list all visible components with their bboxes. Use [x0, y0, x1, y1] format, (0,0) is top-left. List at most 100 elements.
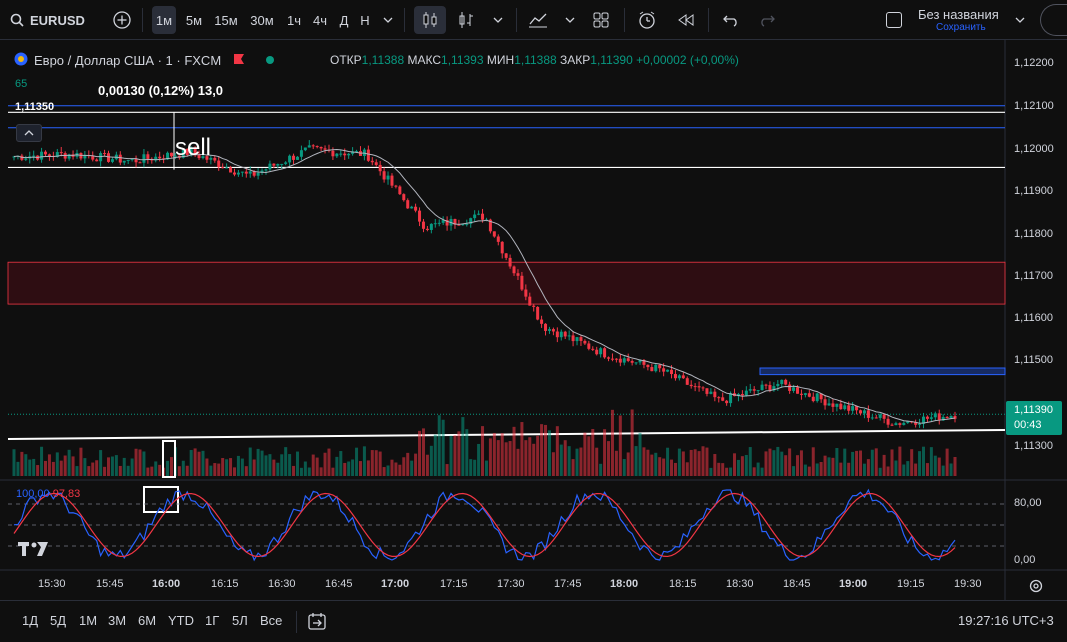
volume-bar: [949, 463, 953, 476]
volume-bar: [193, 448, 197, 476]
volume-bar: [481, 426, 485, 476]
candle-body: [882, 414, 886, 419]
candle-body: [929, 417, 933, 419]
range-6m[interactable]: 6М: [138, 613, 156, 628]
range-all[interactable]: Все: [260, 613, 282, 628]
chart-settings-button[interactable]: [1028, 578, 1044, 597]
volume-bar: [740, 456, 744, 476]
range-3m[interactable]: 3М: [108, 613, 126, 628]
price-axis-label: 1,12000: [1014, 143, 1054, 155]
blue-zone: [759, 367, 1006, 376]
volume-bar: [232, 467, 236, 476]
volume-bar: [929, 447, 933, 476]
volume-bar: [256, 448, 260, 476]
time-axis-label: 17:00: [381, 578, 410, 590]
candle-body: [256, 172, 260, 176]
volume-bar: [343, 462, 347, 476]
volume-bar: [547, 430, 551, 476]
goto-date-button[interactable]: [307, 611, 327, 636]
candle-body: [799, 393, 803, 395]
candle-body: [378, 164, 382, 172]
volume-bar: [272, 459, 276, 476]
candle-body: [792, 387, 796, 391]
volume-bar: [618, 415, 622, 476]
candle-body: [410, 206, 414, 209]
volume-bar: [524, 440, 528, 476]
time-axis-label: 16:45: [325, 578, 353, 590]
volume-bar: [209, 465, 213, 476]
range-1d[interactable]: 1Д: [22, 613, 38, 628]
candle-body: [146, 154, 150, 159]
volume-bar: [95, 460, 99, 476]
volume-bar: [670, 459, 674, 476]
tradingview-logo[interactable]: [18, 542, 48, 561]
volume-bar: [705, 447, 709, 476]
ohlc-open-label: ОТКР: [330, 53, 362, 67]
volume-bar: [890, 449, 894, 476]
volume-bar: [642, 447, 646, 476]
volume-bar: [516, 448, 520, 476]
candle-body: [835, 403, 839, 407]
candle-body: [91, 156, 95, 160]
candle-body: [673, 374, 677, 379]
volume-bar: [709, 467, 713, 476]
volume-bar: [24, 454, 28, 476]
volume-bar: [815, 463, 819, 476]
volume-bar: [811, 447, 815, 476]
candle-body: [406, 200, 410, 209]
time-axis-label: 16:15: [211, 578, 239, 590]
candle-body: [697, 386, 701, 388]
candle-body: [284, 162, 288, 164]
candle-body: [382, 171, 386, 180]
candle-body: [583, 340, 587, 344]
volume-bar: [796, 455, 800, 476]
volume-bar: [862, 463, 866, 476]
volume-bar: [433, 434, 437, 476]
volume-bar: [323, 452, 327, 476]
volume-bar: [244, 466, 248, 476]
candle-body: [898, 423, 902, 425]
volume-bar: [362, 446, 366, 476]
volume-bar: [666, 447, 670, 476]
status-dot-icon: [265, 53, 275, 68]
volume-bar: [414, 453, 418, 476]
candle-body: [859, 410, 863, 414]
time-axis-label: 15:45: [96, 578, 124, 590]
candle-body: [158, 156, 162, 159]
chevron-up-icon: [24, 128, 34, 139]
sell-annotation[interactable]: sell: [175, 134, 211, 162]
candle-body: [335, 153, 339, 157]
volume-bar: [91, 462, 95, 476]
volume-bar: [106, 457, 110, 476]
volume-bar: [910, 449, 914, 476]
range-1m[interactable]: 1М: [79, 613, 97, 628]
exchange-flag-icon: [233, 53, 245, 68]
range-ytd[interactable]: YTD: [168, 613, 194, 628]
volume-bar: [366, 460, 370, 476]
volume-bar: [445, 464, 449, 476]
collapse-legend-button[interactable]: [16, 124, 42, 142]
range-1y[interactable]: 1Г: [205, 613, 219, 628]
candle-body: [780, 379, 784, 384]
volume-bar: [110, 456, 114, 476]
candle-body: [618, 358, 622, 363]
volume-bar: [166, 460, 170, 476]
volume-bar: [575, 448, 579, 476]
volume-bar: [473, 459, 477, 476]
candle-body: [843, 405, 847, 410]
volume-bar: [878, 467, 882, 476]
clock-timezone[interactable]: 19:27:16 UTC+3: [958, 613, 1054, 628]
current-price: 1,11390: [1014, 404, 1053, 416]
volume-bar: [477, 443, 481, 476]
candle-body: [343, 153, 347, 156]
range-5y[interactable]: 5Л: [232, 613, 248, 628]
range-5d[interactable]: 5Д: [50, 613, 66, 628]
volume-bar: [67, 449, 71, 476]
stoch-d-value: 97,83: [52, 488, 81, 500]
candle-body: [126, 159, 130, 161]
volume-bar: [217, 463, 221, 476]
candle-body: [248, 171, 252, 174]
volume-bar: [402, 457, 406, 476]
candle-body: [319, 146, 323, 149]
volume-bar: [12, 449, 16, 476]
